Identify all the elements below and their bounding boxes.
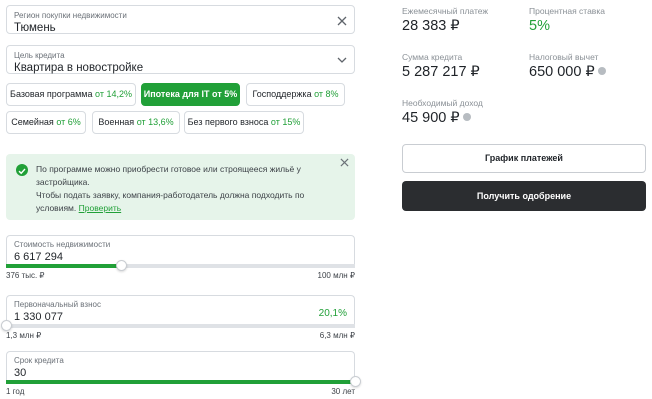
payment-schedule-button[interactable]: График платежей [402,144,646,173]
range-max: 100 млн ₽ [317,271,355,280]
range-max: 30 лет [331,387,355,396]
chip-rate: от 5% [212,89,238,99]
program-chip-no-down-payment[interactable]: Без первого взноса от 15% [184,111,304,134]
chip-name: Базовая программа [10,89,93,99]
required-income-value: 45 900 ₽ [402,110,460,126]
slider-fill [6,264,122,268]
notice-line-2: Чтобы подать заявку, компания-работодате… [36,190,305,213]
loan-term-label: Срок кредита [14,356,64,365]
program-chip-state-support[interactable]: Господдержка от 8% [246,83,345,106]
slider-thumb[interactable] [116,260,128,271]
range-min: 1,3 млн ₽ [6,331,42,340]
get-approval-button[interactable]: Получить одобрение [402,181,646,211]
program-chip-it[interactable]: Ипотека для IT от 5% [141,83,240,106]
loan-purpose-label: Цель кредита [14,51,65,60]
slider-thumb[interactable] [350,376,361,387]
down-payment-slider[interactable] [1,320,355,331]
property-cost-slider[interactable] [6,260,355,271]
loan-amount-value: 5 287 217 ₽ [402,64,480,80]
down-payment-percent: 20,1% [318,308,347,319]
close-icon[interactable] [337,16,347,26]
loan-term-value: 30 [14,367,27,379]
range-min: 1 год [6,387,25,396]
required-income-label: Необходимый доход [402,98,483,108]
close-icon[interactable] [340,158,349,167]
chip-rate: от 14,2% [95,89,132,99]
region-field[interactable]: Регион покупки недвижимости Тюмень [6,5,355,34]
program-chip-military[interactable]: Военная от 13,6% [92,111,180,134]
chip-name: Господдержка [252,89,312,99]
down-payment-label: Первоначальный взнос [14,300,101,309]
loan-purpose-select[interactable]: Цель кредита Квартира в новостройке [6,45,355,74]
program-chip-basic[interactable]: Базовая программа от 14,2% [6,83,136,106]
loan-term-slider[interactable] [6,376,361,387]
program-notice: По программе можно приобрести готовое ил… [6,154,355,220]
chip-rate: от 15% [270,117,301,127]
check-circle-icon [16,164,28,176]
range-max: 6,3 млн ₽ [319,331,355,340]
program-chip-family[interactable]: Семейная от 6% [6,111,86,134]
chip-name: Ипотека для IT [143,89,210,99]
slider-thumb[interactable] [1,320,12,331]
loan-purpose-value: Квартира в новостройке [14,62,144,74]
range-min: 376 тыс. ₽ [6,271,45,280]
chip-name: Без первого взноса [187,117,269,127]
down-payment-value: 1 330 077 [14,311,63,323]
tax-deduction-value: 650 000 ₽ [529,64,595,80]
interest-rate-value: 5% [529,18,550,34]
monthly-payment-label: Ежемесячный платеж [402,6,489,16]
loan-amount-label: Сумма кредита [402,52,463,62]
tax-deduction-label: Налоговый вычет [529,52,599,62]
info-icon[interactable] [597,67,606,76]
notice-text: По программе можно приобрести готовое ил… [36,163,336,215]
required-income-row: 45 900 ₽ [402,110,471,126]
property-cost-value: 6 617 294 [14,251,63,263]
info-icon[interactable] [462,113,471,122]
slider-fill [6,380,355,384]
chip-name: Военная [98,117,135,127]
region-label: Регион покупки недвижимости [14,11,127,20]
notice-line-1: По программе можно приобрести готовое ил… [36,164,301,187]
chip-name: Семейная [11,117,54,127]
region-value: Тюмень [14,22,56,34]
chevron-down-icon [337,57,347,63]
interest-rate-label: Процентная ставка [529,6,605,16]
chip-rate: от 8% [314,89,339,99]
monthly-payment-value: 28 383 ₽ [402,18,460,34]
chip-rate: от 13,6% [136,117,174,127]
property-cost-label: Стоимость недвижимости [14,240,111,249]
check-link[interactable]: Проверить [79,203,122,213]
tax-deduction-row: 650 000 ₽ [529,64,606,80]
chip-rate: от 6% [56,117,81,127]
